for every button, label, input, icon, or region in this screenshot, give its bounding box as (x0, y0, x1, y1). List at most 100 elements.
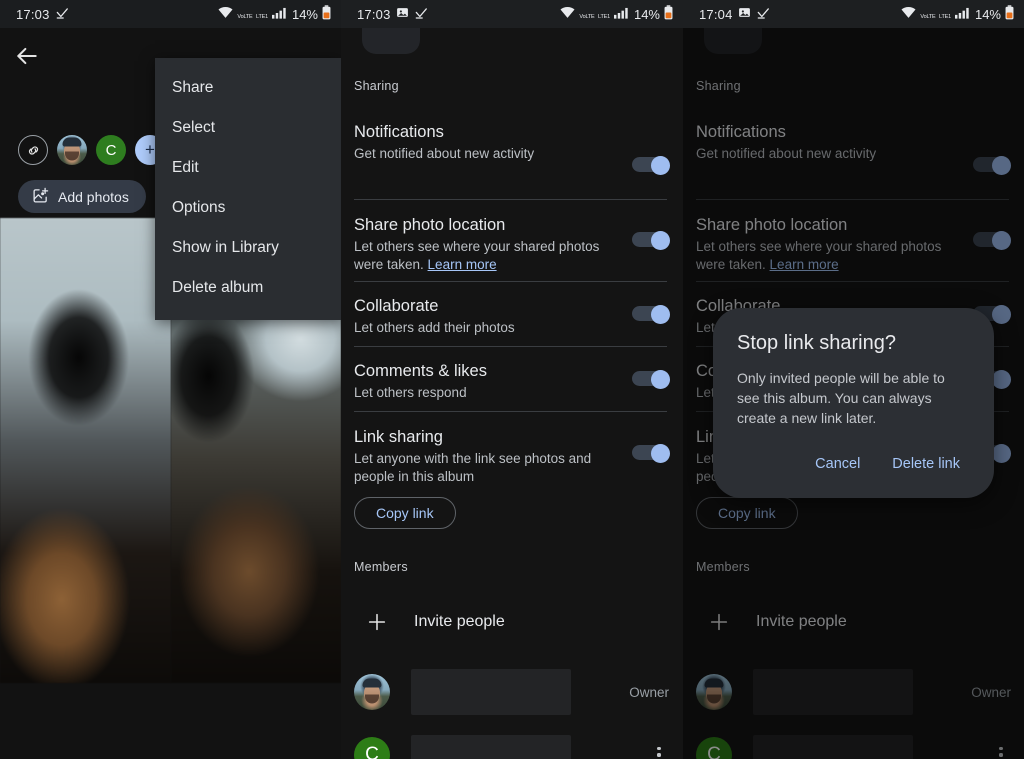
battery-icon (664, 5, 673, 23)
battery-percent: 14% (291, 6, 318, 22)
photo-thumbnail[interactable] (0, 218, 171, 683)
panel-album-overflow-menu: 17:03 VoLTE LTE1 14% C + Add photos Shar… (0, 0, 341, 759)
sharing-settings-page-3: Sharing Notifications Get notified about… (683, 0, 1024, 759)
battery-icon (322, 5, 331, 23)
plus-icon (366, 611, 388, 633)
menu-item-options[interactable]: Options (155, 188, 341, 228)
toggle-thumb (651, 370, 670, 389)
sharing-settings-page-2: Sharing Notifications Get notified about… (341, 0, 683, 759)
member-name-redacted (411, 735, 571, 759)
add-photo-icon (32, 187, 49, 207)
dialog-actions: Cancel Delete link (737, 448, 970, 486)
toggle-thumb (651, 444, 670, 463)
avatar-beard (365, 694, 379, 704)
setting-subtitle: Let others respond (354, 385, 467, 400)
add-photos-label: Add photos (58, 188, 129, 205)
divider (354, 411, 667, 412)
dialog-title: Stop link sharing? (737, 332, 896, 354)
setting-title: Collaborate (354, 297, 439, 315)
menu-item-share[interactable]: Share (155, 68, 341, 108)
status-right-2: VoLTE LTE1 14% (560, 5, 673, 23)
signal-bars-icon (613, 7, 629, 22)
status-bar-3: 17:04 VoLTE LTE1 14% (683, 0, 1024, 28)
wifi-icon (560, 6, 575, 22)
status-right-1: VoLTE LTE1 14% (218, 5, 331, 23)
delete-link-button[interactable]: Delete link (882, 448, 970, 480)
volte-label-bottom: LTE1 (939, 14, 951, 20)
divider (354, 199, 667, 200)
volte-label-bottom: LTE1 (256, 14, 268, 20)
section-header-members: Members (354, 560, 408, 574)
toggle-collaborate[interactable] (632, 305, 670, 324)
menu-item-delete-album[interactable]: Delete album (155, 268, 341, 308)
download-check-icon (414, 6, 428, 23)
download-check-icon (756, 6, 770, 23)
menu-item-show-in-library[interactable]: Show in Library (155, 228, 341, 268)
download-check-icon (55, 6, 69, 23)
avatar-beard (65, 151, 79, 161)
status-time: 17:04 (699, 6, 733, 22)
learn-more-link[interactable]: Learn more (428, 257, 497, 272)
menu-item-select[interactable]: Select (155, 108, 341, 148)
member-name-redacted (411, 669, 571, 715)
toggle-link-sharing[interactable] (632, 444, 670, 463)
back-icon[interactable] (14, 43, 40, 69)
avatar[interactable] (57, 135, 87, 165)
wifi-icon (218, 6, 233, 22)
link-chip-icon[interactable] (18, 135, 48, 165)
setting-title: Link sharing (354, 428, 443, 446)
toggle-notifications[interactable] (632, 156, 670, 175)
setting-subtitle: Let anyone with the link see photos and … (354, 451, 592, 484)
album-members-avatar-row: C + (18, 135, 165, 165)
status-left-3: 17:04 (699, 6, 770, 23)
member-row-owner[interactable]: Owner (354, 669, 669, 715)
status-bar-1: 17:03 VoLTE LTE1 14% (0, 0, 341, 28)
member-row-collaborator[interactable]: C (354, 735, 669, 759)
member-overflow-icon[interactable] (649, 747, 669, 759)
divider (354, 346, 667, 347)
section-header-sharing: Sharing (354, 79, 399, 93)
toggle-comments-likes[interactable] (632, 370, 670, 389)
avatar-initial[interactable]: C (96, 135, 126, 165)
setting-row-link-sharing[interactable]: Link sharing Let anyone with the link se… (354, 427, 669, 486)
avatar-hat (62, 137, 82, 147)
battery-percent: 14% (974, 6, 1001, 22)
cancel-button[interactable]: Cancel (805, 448, 870, 480)
setting-row-share-photo-location[interactable]: Share photo location Let others see wher… (354, 215, 669, 274)
status-left-2: 17:03 (357, 6, 428, 23)
invite-people-row[interactable]: Invite people (354, 602, 669, 642)
panel-sharing-settings: 17:03 VoLTE LTE1 14% Sharing Notificatio… (341, 0, 683, 759)
volte-label-top: VoLTE (920, 14, 936, 20)
setting-subtitle: Let others see where your shared photos … (354, 238, 607, 274)
setting-title: Share photo location (354, 216, 506, 234)
battery-percent: 14% (633, 6, 660, 22)
toggle-thumb (651, 305, 670, 324)
volte-label-top: VoLTE (579, 14, 595, 20)
stop-link-sharing-dialog: Stop link sharing? Only invited people w… (713, 308, 994, 498)
toggle-thumb (651, 231, 670, 250)
volte-icon: VoLTE LTE1 (579, 7, 610, 21)
wifi-icon (901, 6, 916, 22)
three-panel-screenshot: 17:03 VoLTE LTE1 14% C + Add photos Shar… (0, 0, 1024, 759)
copy-link-button[interactable]: Copy link (354, 497, 456, 529)
setting-title: Notifications (354, 123, 444, 141)
setting-row-collaborate[interactable]: Collaborate Let others add their photos (354, 296, 669, 337)
setting-subtitle: Let others add their photos (354, 320, 515, 335)
setting-row-comments-likes[interactable]: Comments & likes Let others respond (354, 361, 669, 402)
screenshot-icon (396, 6, 409, 22)
signal-bars-icon (271, 7, 287, 22)
toggle-thumb (651, 156, 670, 175)
status-bar-2: 17:03 VoLTE LTE1 14% (341, 0, 683, 28)
setting-row-notifications[interactable]: Notifications Get notified about new act… (354, 122, 669, 163)
panel-stop-link-sharing-dialog: 17:04 VoLTE LTE1 14% Sharing Notificatio… (683, 0, 1024, 759)
divider (354, 281, 667, 282)
add-photos-button[interactable]: Add photos (18, 180, 146, 213)
signal-bars-icon (954, 7, 970, 22)
member-role-badge: Owner (629, 684, 669, 700)
status-right-3: VoLTE LTE1 14% (901, 5, 1014, 23)
overflow-menu: Share Select Edit Options Show in Librar… (155, 58, 341, 320)
volte-label-top: VoLTE (237, 14, 253, 20)
invite-people-label: Invite people (414, 613, 505, 630)
toggle-share-photo-location[interactable] (632, 231, 670, 250)
menu-item-edit[interactable]: Edit (155, 148, 341, 188)
